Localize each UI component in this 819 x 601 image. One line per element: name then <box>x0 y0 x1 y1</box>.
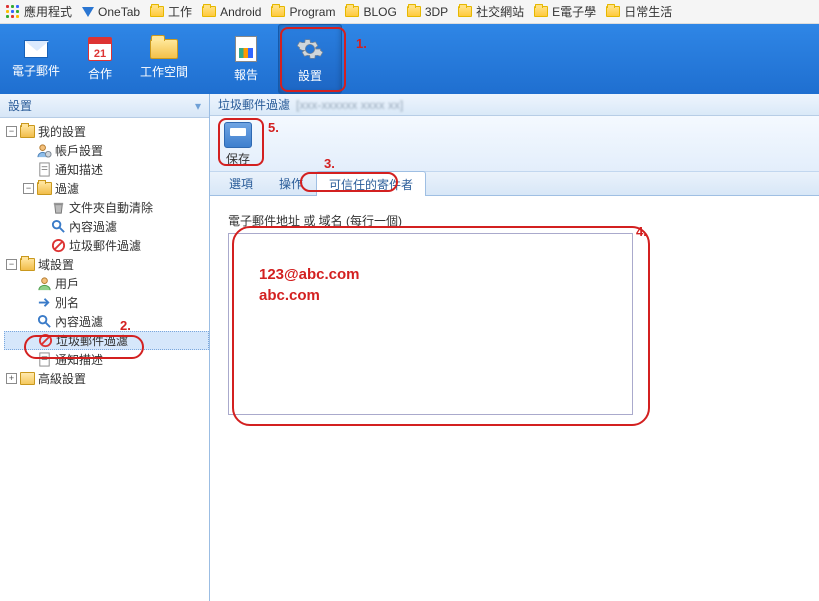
folder-icon <box>534 6 548 17</box>
bookmark-folder[interactable]: 日常生活 <box>606 3 672 20</box>
save-icon <box>224 122 252 148</box>
ribbon-workspace[interactable]: 工作空間 <box>132 24 196 94</box>
gear-icon <box>296 35 324 63</box>
chevron-down-icon: ▾ <box>195 99 201 113</box>
main-area: 設置 ▾ − 我的設置 帳戶設置 通知描述 − <box>0 94 819 601</box>
folder-icon <box>407 6 421 17</box>
folder-icon <box>606 6 620 17</box>
user-icon <box>37 276 52 291</box>
folder-icon <box>202 6 216 17</box>
bookmark-folder[interactable]: Program <box>271 5 335 19</box>
bookmark-apps[interactable]: 應用程式 <box>6 3 72 20</box>
tab-options[interactable]: 選項 <box>216 170 266 195</box>
folder-icon <box>345 6 359 17</box>
calendar-icon: 21 <box>88 37 112 61</box>
app-ribbon: 電子郵件 21 合作 工作空間 報告 設置 <box>0 24 819 94</box>
user-gear-icon <box>37 143 52 158</box>
folder-icon <box>150 6 164 17</box>
expand-icon[interactable]: + <box>6 373 17 384</box>
tree-notify-desc-domain[interactable]: 通知描述 <box>4 350 209 369</box>
tree-folder-auto-clean[interactable]: 文件夾自動清除 <box>4 198 209 217</box>
folder-icon <box>458 6 472 17</box>
tab-actions[interactable]: 操作 <box>266 170 316 195</box>
bookmark-label: OneTab <box>98 5 140 19</box>
ribbon-settings[interactable]: 設置 <box>278 24 342 94</box>
magnifier-icon <box>37 314 52 329</box>
folder-icon <box>150 39 178 59</box>
tree-users[interactable]: 用戶 <box>4 274 209 293</box>
settings-tree: − 我的設置 帳戶設置 通知描述 − 過濾 <box>0 118 209 601</box>
tree-notify-desc[interactable]: 通知描述 <box>4 160 209 179</box>
folder-open-icon <box>20 258 35 271</box>
content-title-context: [xxx-xxxxxx xxxx xx] <box>296 98 403 112</box>
content-toolbar: 保存 <box>210 116 819 172</box>
folder-icon <box>271 6 285 17</box>
collapse-icon[interactable]: − <box>6 259 17 270</box>
document-icon <box>37 352 52 367</box>
bookmark-folder[interactable]: 3DP <box>407 5 448 19</box>
bookmark-folder[interactable]: 社交網站 <box>458 3 524 20</box>
settings-sidebar: 設置 ▾ − 我的設置 帳戶設置 通知描述 − <box>0 94 210 601</box>
forbidden-icon <box>38 333 53 348</box>
tree-content-filter-domain[interactable]: 內容過濾 <box>4 312 209 331</box>
content-pane: 垃圾郵件過濾 [xxx-xxxxxx xxxx xx] 保存 選項 操作 可信任… <box>210 94 819 601</box>
document-icon <box>37 162 52 177</box>
content-title: 垃圾郵件過濾 <box>218 96 290 113</box>
folder-open-icon <box>37 182 52 195</box>
tree-spam-filter-domain[interactable]: 垃圾郵件過濾 <box>4 331 209 350</box>
folder-icon <box>20 372 35 385</box>
tree-content-filter[interactable]: 內容過濾 <box>4 217 209 236</box>
tree-account-settings[interactable]: 帳戶設置 <box>4 141 209 160</box>
bookmark-folder[interactable]: BLOG <box>345 5 396 19</box>
report-icon <box>235 36 257 62</box>
tree-domain-settings[interactable]: − 域設置 <box>4 255 209 274</box>
tree-aliases[interactable]: 別名 <box>4 293 209 312</box>
save-button[interactable]: 保存 <box>216 120 260 169</box>
collapse-icon[interactable]: − <box>6 126 17 137</box>
ribbon-mail[interactable]: 電子郵件 <box>4 24 68 94</box>
trusted-senders-textarea[interactable] <box>228 233 633 415</box>
magnifier-icon <box>51 219 66 234</box>
field-label-addresses: 電子郵件地址 或 域名 (每行一個) <box>228 212 801 229</box>
ribbon-cooperation[interactable]: 21 合作 <box>68 24 132 94</box>
mail-icon <box>24 40 48 58</box>
bookmark-folder[interactable]: Android <box>202 5 261 19</box>
tab-body: 電子郵件地址 或 域名 (每行一個) <box>210 196 819 601</box>
folder-open-icon <box>20 125 35 138</box>
forbidden-icon <box>51 238 66 253</box>
tree-spam-filter-my[interactable]: 垃圾郵件過濾 <box>4 236 209 255</box>
content-tabs: 選項 操作 可信任的寄件者 <box>210 172 819 196</box>
ribbon-report[interactable]: 報告 <box>214 24 278 94</box>
content-title-bar: 垃圾郵件過濾 [xxx-xxxxxx xxxx xx] <box>210 94 819 116</box>
tree-advanced[interactable]: + 高級設置 <box>4 369 209 388</box>
bookmark-folder[interactable]: 工作 <box>150 3 192 20</box>
sidebar-header[interactable]: 設置 ▾ <box>0 94 209 118</box>
arrow-right-icon <box>37 295 52 310</box>
trash-icon <box>51 200 66 215</box>
onetab-icon <box>82 7 94 17</box>
bookmark-onetab[interactable]: OneTab <box>82 5 140 19</box>
tab-trusted-senders[interactable]: 可信任的寄件者 <box>316 171 426 196</box>
bookmark-label: 應用程式 <box>24 3 72 20</box>
apps-grid-icon <box>6 5 20 19</box>
collapse-icon[interactable]: − <box>23 183 34 194</box>
bookmark-folder[interactable]: E電子學 <box>534 3 596 20</box>
tree-filter[interactable]: − 過濾 <box>4 179 209 198</box>
browser-bookmark-bar: 應用程式 OneTab 工作 Android Program BLOG 3DP … <box>0 0 819 24</box>
tree-my-settings[interactable]: − 我的設置 <box>4 122 209 141</box>
